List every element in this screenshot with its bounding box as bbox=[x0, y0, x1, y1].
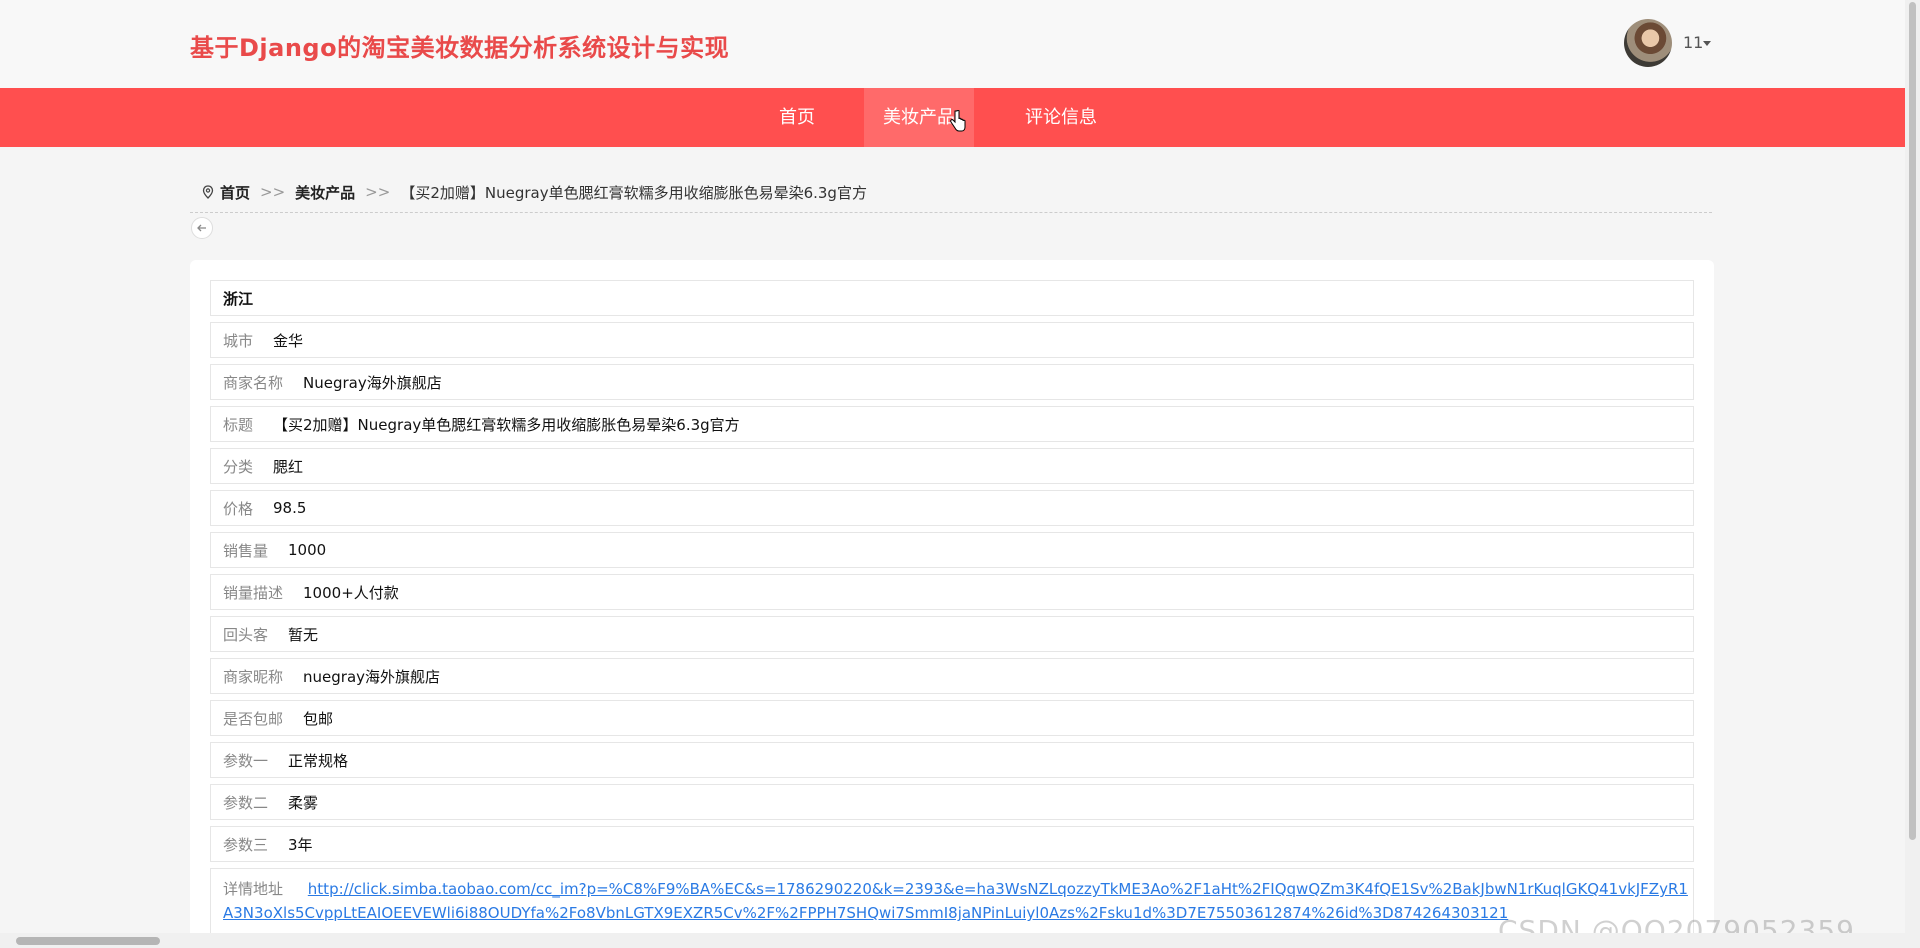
field-value: 金华 bbox=[273, 331, 304, 350]
caret-down-icon[interactable] bbox=[1703, 41, 1711, 46]
detail-row-param1: 参数一 正常规格 bbox=[210, 742, 1694, 778]
field-label: 详情地址 bbox=[223, 880, 284, 898]
field-value: 腮红 bbox=[273, 457, 304, 476]
vertical-scroll-thumb[interactable] bbox=[1909, 2, 1916, 840]
province-value: 浙江 bbox=[223, 289, 254, 308]
field-label: 标题 bbox=[223, 415, 254, 434]
field-label: 销量描述 bbox=[223, 583, 284, 602]
breadcrumb: 首页 >> 美妆产品 >> 【买2加赠】Nuegray单色腮红膏软糯多用收缩膨胀… bbox=[202, 180, 867, 204]
field-value: 柔雾 bbox=[288, 793, 319, 812]
field-value: 1000 bbox=[288, 541, 327, 559]
horizontal-scrollbar[interactable] bbox=[0, 933, 1905, 948]
nav-item-home[interactable]: 首页 bbox=[757, 88, 837, 147]
detail-row-province: 浙江 bbox=[210, 280, 1694, 316]
breadcrumb-category[interactable]: 美妆产品 bbox=[295, 182, 355, 203]
detail-row-shop-name: 商家名称 Nuegray海外旗舰店 bbox=[210, 364, 1694, 400]
back-button[interactable] bbox=[191, 217, 213, 239]
detail-row-shop-nick: 商家昵称 nuegray海外旗舰店 bbox=[210, 658, 1694, 694]
field-label: 销售量 bbox=[223, 541, 269, 560]
detail-url-link[interactable]: http://click.simba.taobao.com/cc_im?p=%C… bbox=[223, 880, 1688, 922]
breadcrumb-separator: >> bbox=[260, 183, 286, 201]
site-title[interactable]: 基于Django的淘宝美妆数据分析系统设计与实现 bbox=[190, 28, 729, 63]
detail-row-url: 详情地址 http://click.simba.taobao.com/cc_im… bbox=[210, 868, 1694, 938]
breadcrumb-separator: >> bbox=[365, 183, 391, 201]
field-value: nuegray海外旗舰店 bbox=[303, 667, 441, 686]
breadcrumb-home[interactable]: 首页 bbox=[220, 182, 250, 203]
nav-item-reviews[interactable]: 评论信息 bbox=[1010, 88, 1112, 147]
detail-row-category: 分类 腮红 bbox=[210, 448, 1694, 484]
field-label: 分类 bbox=[223, 457, 254, 476]
detail-row-free-shipping: 是否包邮 包邮 bbox=[210, 700, 1694, 736]
detail-row-sales-desc: 销量描述 1000+人付款 bbox=[210, 574, 1694, 610]
field-value: Nuegray海外旗舰店 bbox=[303, 373, 442, 392]
field-label: 商家昵称 bbox=[223, 667, 284, 686]
field-label: 参数三 bbox=[223, 835, 269, 854]
field-label: 是否包邮 bbox=[223, 709, 284, 728]
field-label: 城市 bbox=[223, 331, 254, 350]
field-label: 参数一 bbox=[223, 751, 269, 770]
breadcrumb-current: 【买2加赠】Nuegray单色腮红膏软糯多用收缩膨胀色易晕染6.3g官方 bbox=[400, 183, 867, 202]
detail-row-param3: 参数三 3年 bbox=[210, 826, 1694, 862]
field-label: 价格 bbox=[223, 499, 254, 518]
detail-row-title: 标题 【买2加赠】Nuegray单色腮红膏软糯多用收缩膨胀色易晕染6.3g官方 bbox=[210, 406, 1694, 442]
field-value: 包邮 bbox=[303, 709, 334, 728]
location-pin-icon bbox=[202, 185, 214, 199]
breadcrumb-divider bbox=[190, 212, 1712, 213]
hand-cursor-icon bbox=[950, 110, 966, 132]
horizontal-scroll-thumb[interactable] bbox=[16, 937, 160, 945]
field-value: 暂无 bbox=[288, 625, 319, 644]
detail-row-repeat-customer: 回头客 暂无 bbox=[210, 616, 1694, 652]
field-value: 98.5 bbox=[273, 499, 307, 517]
field-value: 3年 bbox=[288, 835, 313, 854]
detail-row-sales: 销售量 1000 bbox=[210, 532, 1694, 568]
field-value: 正常规格 bbox=[288, 751, 349, 770]
detail-row-param2: 参数二 柔雾 bbox=[210, 784, 1694, 820]
arrow-left-icon bbox=[197, 224, 206, 232]
field-label: 参数二 bbox=[223, 793, 269, 812]
field-value: 【买2加赠】Nuegray单色腮红膏软糯多用收缩膨胀色易晕染6.3g官方 bbox=[273, 415, 740, 434]
detail-row-city: 城市 金华 bbox=[210, 322, 1694, 358]
user-name[interactable]: 11 bbox=[1683, 33, 1703, 52]
avatar[interactable] bbox=[1624, 19, 1672, 67]
field-value: 1000+人付款 bbox=[303, 583, 399, 602]
detail-row-price: 价格 98.5 bbox=[210, 490, 1694, 526]
field-label: 回头客 bbox=[223, 625, 269, 644]
field-label: 商家名称 bbox=[223, 373, 284, 392]
